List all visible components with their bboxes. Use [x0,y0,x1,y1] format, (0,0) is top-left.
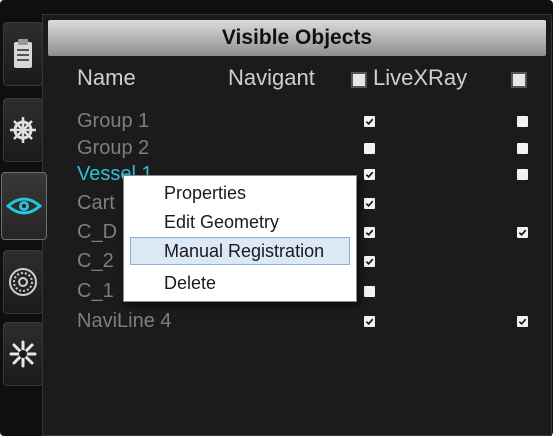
panel-title: Visible Objects [221,26,373,49]
object-name[interactable]: Group 2 [77,137,149,160]
livexray-checkbox[interactable] [517,116,528,127]
burst-icon [9,340,37,368]
panel-title-bar: Visible Objects [48,20,546,56]
navigant-checkbox[interactable] [364,256,375,267]
livexray-checkbox[interactable] [517,227,528,238]
object-name[interactable]: C_2 [77,250,114,273]
navigant-checkbox[interactable] [364,198,375,209]
clipboard-icon [14,39,32,68]
menu-item-delete[interactable]: Delete [164,273,216,294]
livexray-select-all-checkbox[interactable] [511,72,527,88]
livexray-checkbox[interactable] [517,316,528,327]
eye-icon [6,197,42,215]
menu-item-manual-registration[interactable]: Manual Registration [164,241,324,262]
sidebar [1,22,47,402]
sidebar-tab-target[interactable] [3,250,43,314]
menu-item-properties[interactable]: Properties [164,183,246,204]
target-icon [9,268,37,296]
column-header-name[interactable]: Name [77,65,136,91]
navigant-checkbox[interactable] [364,227,375,238]
navigant-checkbox[interactable] [364,316,375,327]
livexray-checkbox[interactable] [517,143,528,154]
sidebar-tab-burst[interactable] [3,322,43,386]
column-header-livexray[interactable]: LiveXRay [373,65,467,91]
column-header-navigant[interactable]: Navigant [228,65,315,91]
navigant-checkbox[interactable] [364,143,375,154]
menu-item-edit-geometry[interactable]: Edit Geometry [164,212,279,233]
object-name[interactable]: NaviLine 4 [77,310,172,333]
object-name[interactable]: C_1 [77,280,114,303]
context-menu: Properties Edit Geometry Manual Registra… [123,175,357,302]
sidebar-tab-navigation[interactable] [3,98,43,162]
object-name[interactable]: Group 1 [77,110,149,133]
sidebar-tab-visibility[interactable] [1,172,47,240]
navigant-checkbox[interactable] [364,169,375,180]
navigant-checkbox[interactable] [364,286,375,297]
object-name[interactable]: Cart [77,192,115,215]
ship-wheel-icon [10,117,36,143]
navigant-select-all-checkbox[interactable] [351,72,367,88]
navigant-checkbox[interactable] [364,116,375,127]
object-name[interactable]: C_D [77,221,117,244]
sidebar-tab-clipboard[interactable] [3,22,43,86]
livexray-checkbox[interactable] [517,169,528,180]
